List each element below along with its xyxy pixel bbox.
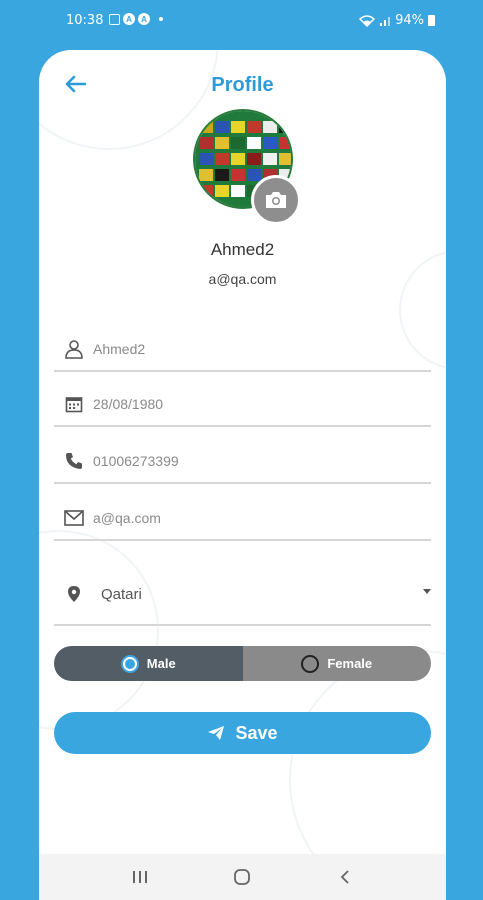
status-bar: 10:38 A A 94% (0, 0, 483, 44)
gender-female-label: Female (327, 656, 373, 671)
gender-male-option[interactable]: Male (54, 646, 243, 681)
location-pin-icon (63, 583, 85, 605)
home-icon (234, 869, 251, 885)
profile-email: a@qa.com (208, 271, 277, 287)
gender-female-option[interactable]: Female (242, 646, 431, 681)
signal-icon (380, 16, 391, 26)
background-decoration (39, 50, 219, 150)
phone-value: 01006273399 (93, 453, 179, 469)
system-nav-bar (39, 854, 446, 900)
battery-icon (428, 15, 435, 26)
name-value: Ahmed2 (93, 341, 146, 357)
status-system-icons: 94% (359, 13, 435, 28)
gender-male-label: Male (146, 656, 176, 671)
mail-icon (63, 507, 85, 529)
calendar-icon (63, 393, 85, 415)
wifi-icon (359, 14, 376, 27)
radio-unselected-icon (301, 654, 320, 673)
profile-card: Profile Ahmed2 a@qa.com Ahmed2 28/08/198… (39, 50, 446, 900)
chevron-left-icon (340, 870, 349, 884)
radio-selected-icon (120, 654, 139, 673)
status-notification-icons: A A (109, 13, 163, 25)
change-photo-button[interactable] (251, 175, 301, 225)
recent-apps-icon (133, 871, 148, 883)
image-icon (109, 13, 120, 25)
gender-toggle: Male Female (54, 646, 431, 681)
phone-icon (63, 450, 85, 472)
email-value: a@qa.com (93, 510, 161, 526)
nationality-value: Qatari (101, 585, 142, 603)
nationality-select[interactable]: Qatari (54, 564, 431, 626)
app-a-icon: A (138, 13, 150, 25)
battery-percent: 94% (395, 13, 424, 28)
email-field[interactable]: a@qa.com (54, 497, 431, 541)
dot-icon (159, 17, 163, 21)
save-button[interactable]: Save (54, 712, 431, 754)
status-time: 10:38 (66, 13, 104, 28)
date-of-birth-value: 28/08/1980 (93, 396, 164, 412)
phone-field[interactable]: 01006273399 (54, 440, 431, 484)
home-button[interactable] (227, 862, 257, 892)
camera-icon (266, 192, 286, 208)
background-decoration (39, 530, 159, 730)
recent-apps-button[interactable] (125, 862, 155, 892)
caret-down-icon (423, 589, 431, 594)
page-title: Profile (211, 74, 274, 96)
name-field[interactable]: Ahmed2 (54, 328, 431, 372)
date-of-birth-field[interactable]: 28/08/1980 (54, 383, 431, 427)
app-a-icon: A (123, 13, 135, 25)
back-nav-button[interactable] (330, 862, 360, 892)
save-label: Save (235, 722, 278, 743)
send-icon (208, 726, 225, 740)
profile-name: Ahmed2 (210, 240, 275, 259)
user-icon (63, 338, 85, 360)
